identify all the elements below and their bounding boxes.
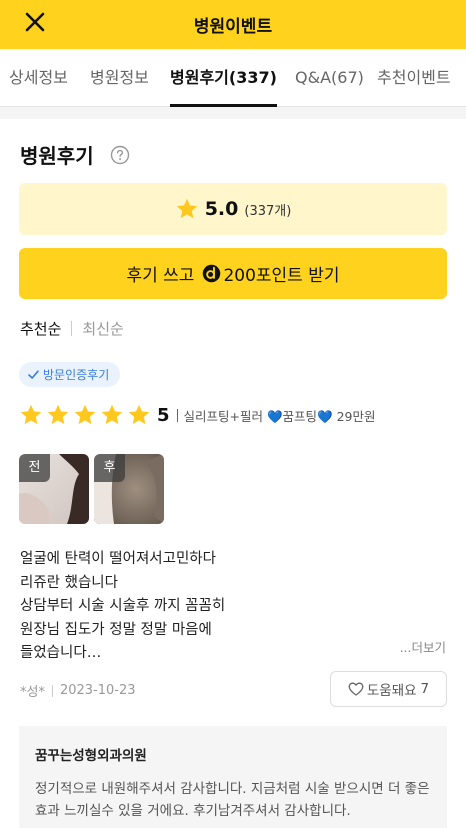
before-label: 전 xyxy=(19,454,50,482)
after-label: 후 xyxy=(94,454,125,482)
tab-hospital-info[interactable]: 병원정보 xyxy=(90,49,149,107)
star-icon xyxy=(47,404,69,425)
tab-recommended-events[interactable]: 추천이벤트 xyxy=(377,49,451,107)
star-icon xyxy=(101,404,123,425)
after-photo[interactable]: 후 xyxy=(94,454,164,524)
sort-latest[interactable]: 최신순 xyxy=(82,318,123,339)
review-score: 5 xyxy=(157,404,170,426)
more-link[interactable]: ...더보기 xyxy=(400,637,446,656)
star-icon xyxy=(74,404,96,425)
reviews-section-title: 병원후기 xyxy=(20,144,94,168)
review-meta: *성* 2023-10-23 xyxy=(20,681,136,700)
point-d-icon xyxy=(203,264,221,283)
rating-summary: 5.0 (337개) xyxy=(19,183,447,235)
write-review-button[interactable]: 후기 쓰고 200포인트 받기 xyxy=(19,248,447,299)
write-review-label-suffix: 200포인트 받기 xyxy=(223,266,340,286)
tab-detail-info[interactable]: 상세정보 xyxy=(9,49,68,107)
reply-text: 정기적으로 내원해주셔서 감사합니다. 지금처럼 시술 받으시면 더 좋은 효과… xyxy=(35,781,430,819)
rating-count: (337개) xyxy=(244,203,292,219)
before-photo[interactable]: 전 xyxy=(19,454,89,524)
helpful-button[interactable]: 도움돼요 7 xyxy=(330,671,447,707)
tab-bar: 상세정보 병원정보 병원후기(337) Q&A(67) 추천이벤트 xyxy=(0,49,466,107)
app-header: 병원이벤트 xyxy=(0,0,466,49)
verified-badge-label: 방문인증후기 xyxy=(43,368,110,382)
sort-recommended[interactable]: 추천순 xyxy=(20,318,61,339)
question-circle-icon[interactable] xyxy=(110,145,130,165)
procedure-info: 실리프팅+필러 💙꿈프팅💙 29만원 xyxy=(183,408,376,424)
star-icon xyxy=(128,404,150,425)
tab-qna[interactable]: Q&A(67) xyxy=(295,49,364,107)
heart-icon xyxy=(348,682,364,696)
write-review-label-prefix: 후기 쓰고 xyxy=(126,266,195,286)
separator xyxy=(176,408,178,422)
separator xyxy=(51,684,53,697)
star-icon xyxy=(176,198,197,219)
rating-score: 5.0 xyxy=(204,198,239,220)
check-icon xyxy=(28,370,39,379)
review-author: *성* xyxy=(20,685,45,700)
star-icon xyxy=(20,404,42,425)
hospital-reply: 꿈꾸는성형외과의원 정기적으로 내원해주셔서 감사합니다. 지금처럼 시술 받으… xyxy=(19,726,447,828)
tab-hospital-reviews[interactable]: 병원후기(337) xyxy=(170,49,277,107)
sort-divider xyxy=(71,321,73,336)
section-divider xyxy=(0,107,466,119)
helpful-count: 7 xyxy=(420,681,430,697)
page-title: 병원이벤트 xyxy=(193,17,273,37)
sort-options: 추천순 최신순 xyxy=(20,318,124,339)
review-date: 2023-10-23 xyxy=(59,683,136,698)
reply-hospital-name: 꿈꾸는성형외과의원 xyxy=(35,748,147,764)
review-body: 얼굴에 탄력이 떨어져서고민하다 리쥬란 했습니다 상담부터 시술 시술후 까지… xyxy=(20,551,226,661)
helpful-label: 도움돼요 xyxy=(366,683,417,699)
review-rating-row: 5 실리프팅+필러 💙꿈프팅💙 29만원 xyxy=(19,402,376,428)
close-icon[interactable] xyxy=(22,9,48,35)
verified-visit-badge: 방문인증후기 xyxy=(19,362,121,387)
